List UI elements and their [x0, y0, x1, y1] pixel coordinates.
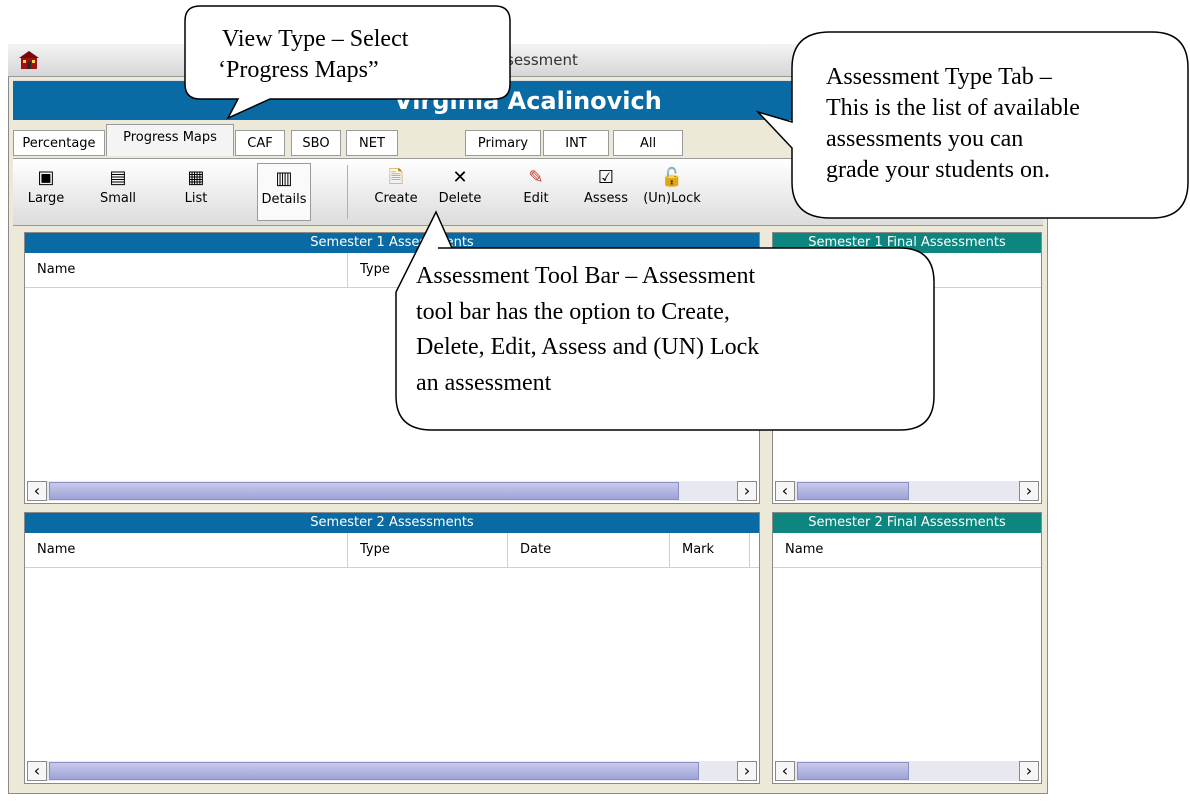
assessment-type-callout-line-3: assessments you can: [826, 126, 1023, 152]
assessment-type-callout-line-1: Assessment Type Tab –: [826, 64, 1053, 90]
toolbar-callout-line-1: Assessment Tool Bar – Assessment: [416, 263, 756, 289]
assessment-type-callout-line-4: grade your students on.: [826, 157, 1050, 183]
toolbar-callout-line-4: an assessment: [416, 370, 552, 396]
view-type-callout-line-2: ‘Progress Maps”: [218, 57, 379, 83]
toolbar-callout-line-2: tool bar has the option to Create,: [416, 299, 730, 325]
assessment-type-callout-line-2: This is the list of available: [826, 95, 1080, 121]
assessment-type-callout-bubble: [755, 31, 1189, 219]
callout-overlay: View Type – Select ‘Progress Maps” Asses…: [184, 5, 1189, 431]
toolbar-callout-line-3: Delete, Edit, Assess and (UN) Lock: [416, 334, 759, 360]
view-type-callout-line-1: View Type – Select: [222, 26, 409, 52]
